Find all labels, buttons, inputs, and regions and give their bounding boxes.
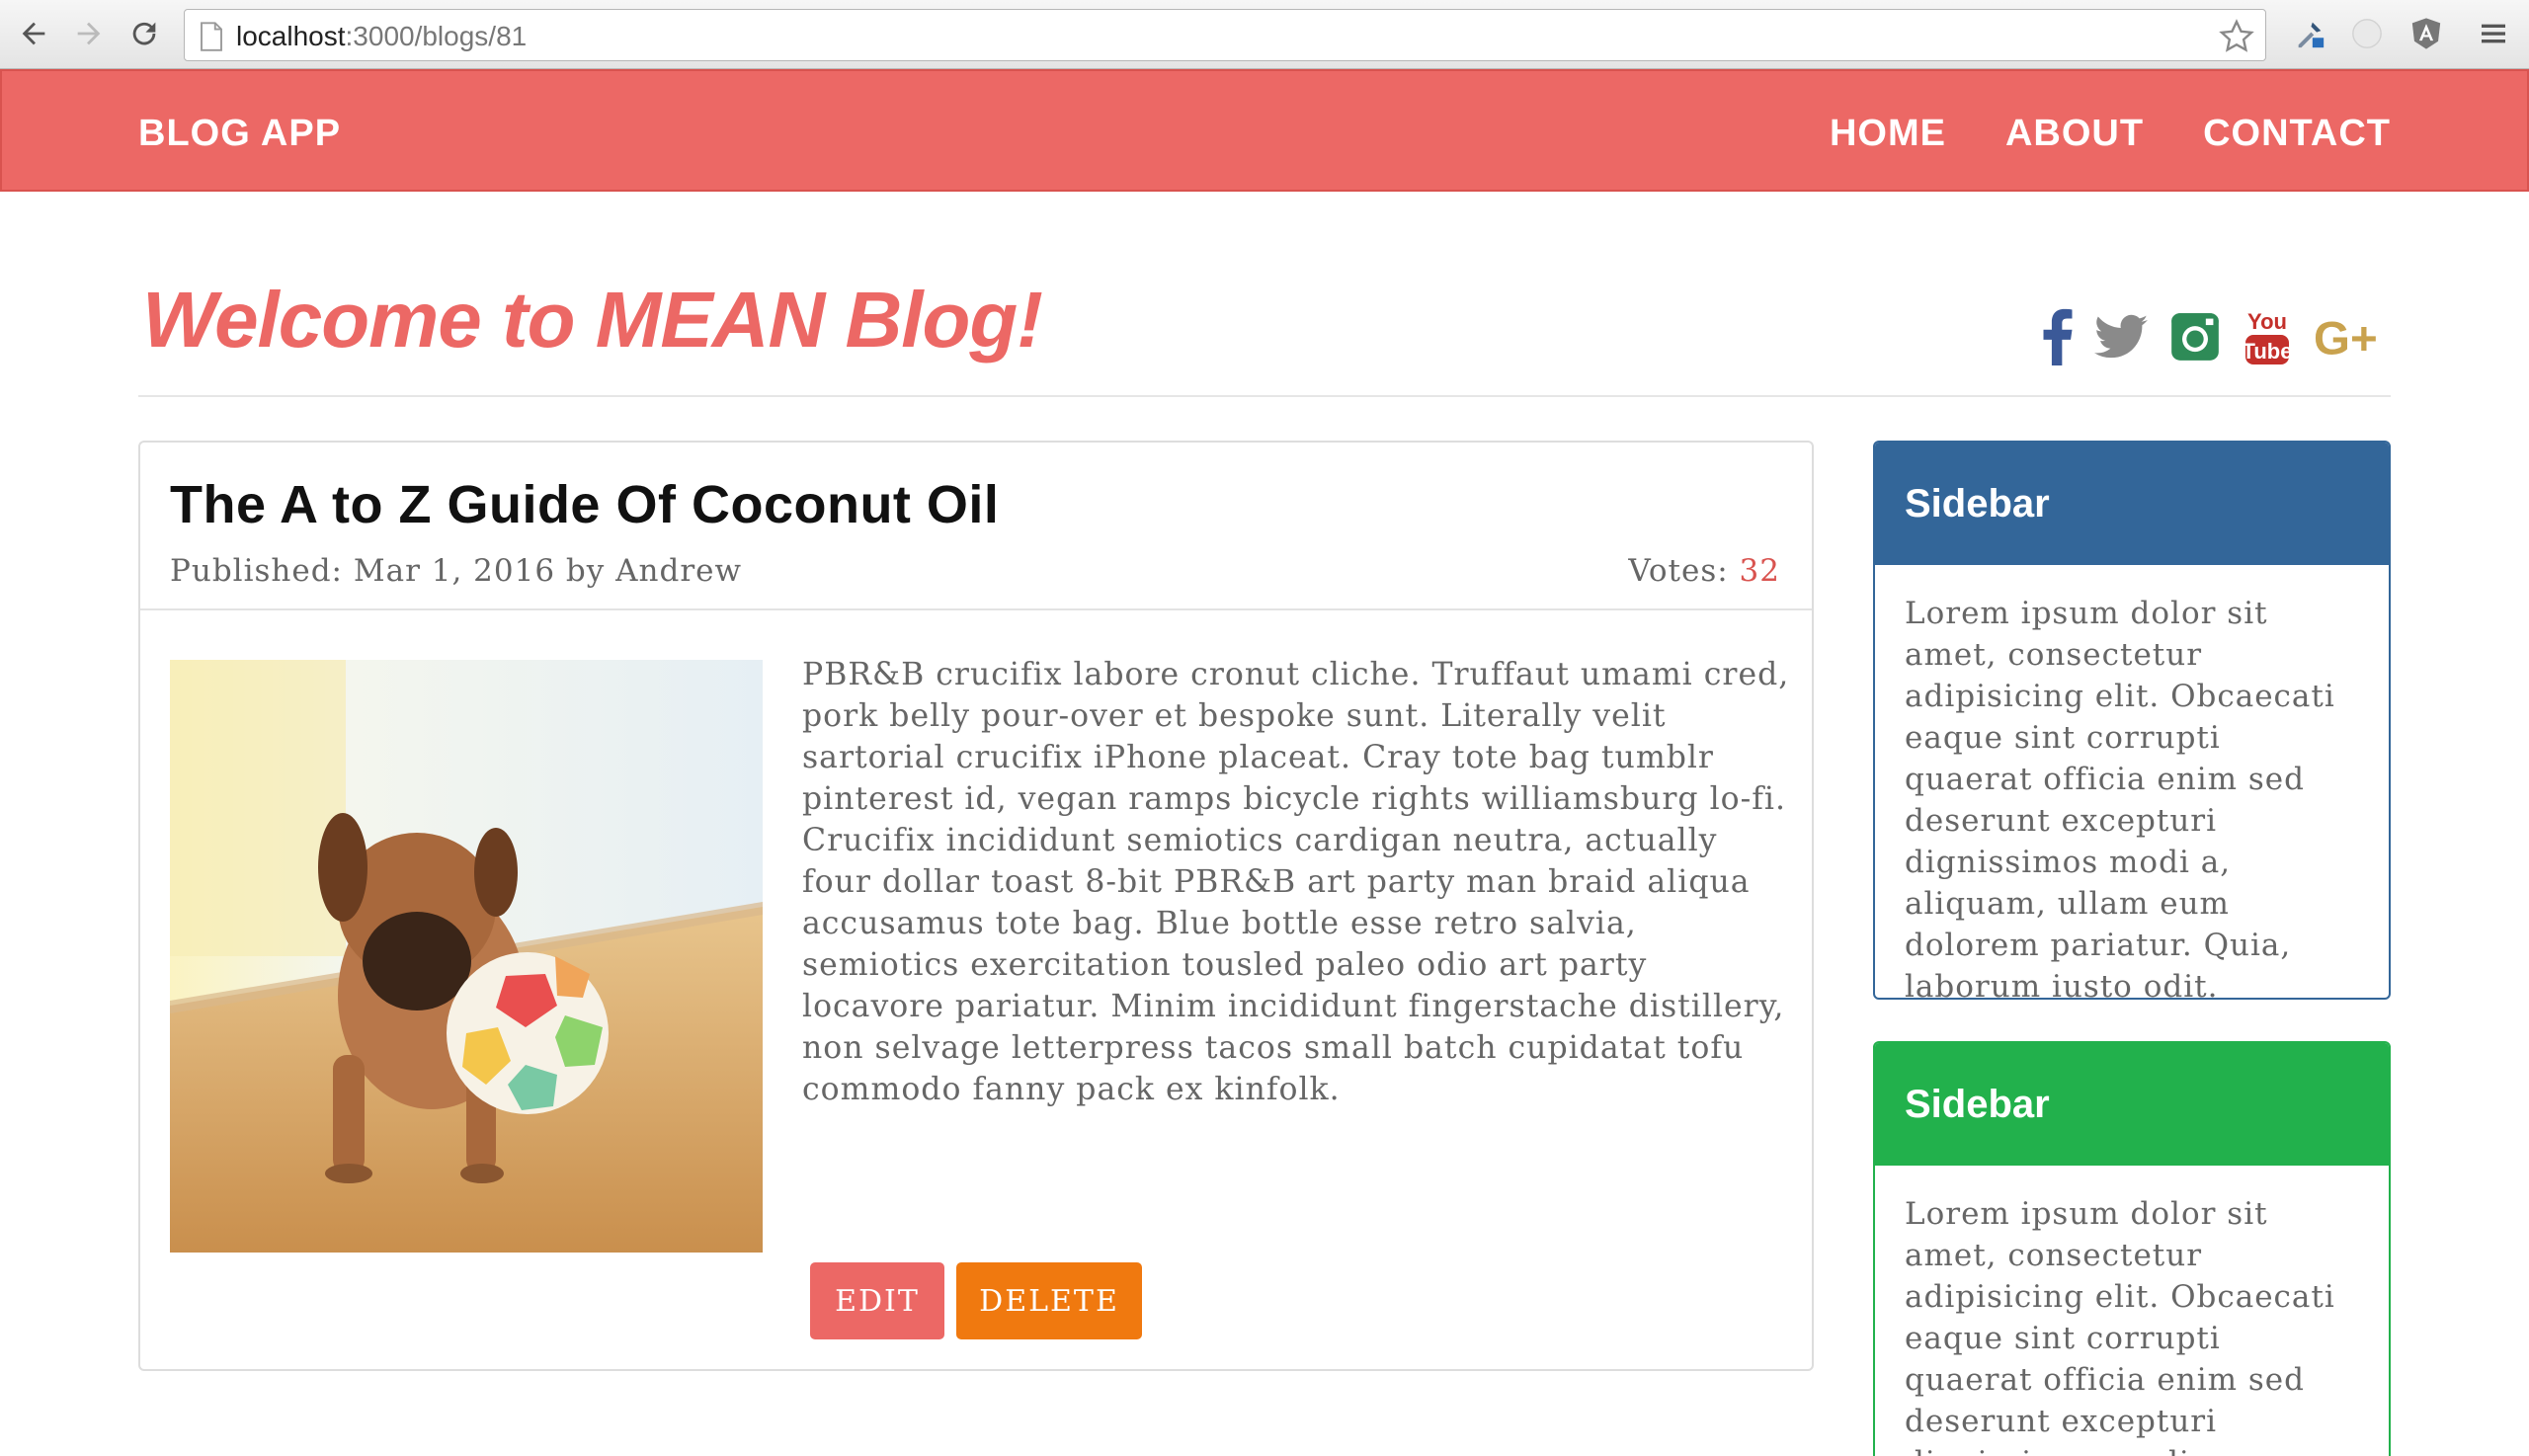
youtube-text-bottom: Tube: [2243, 339, 2292, 364]
brand-link[interactable]: BLOG APP: [138, 113, 341, 155]
menu-icon[interactable]: [2474, 14, 2513, 53]
nav-home[interactable]: HOME: [1830, 113, 1946, 155]
post-votes: Votes: 32: [1628, 553, 1780, 589]
google-plus-icon[interactable]: G+: [2314, 306, 2393, 367]
page-title: Welcome to MEAN Blog!: [142, 276, 1043, 364]
sidebar-panel-green: Sidebar Lorem ipsum dolor sit amet, cons…: [1873, 1041, 2391, 1456]
sidebar-panel-blue: Sidebar Lorem ipsum dolor sit amet, cons…: [1873, 441, 2391, 1000]
address-bar[interactable]: localhost:3000/blogs/81: [184, 9, 2266, 61]
edit-button[interactable]: EDIT: [810, 1262, 944, 1339]
post-image: [170, 660, 763, 1253]
angular-extension-icon[interactable]: [2407, 14, 2446, 53]
delete-button[interactable]: DELETE: [956, 1262, 1142, 1339]
url-text: localhost:3000/blogs/81: [236, 21, 528, 51]
sidebar-title: Sidebar: [1875, 443, 2389, 565]
sidebar-title: Sidebar: [1875, 1043, 2389, 1166]
navbar: BLOG APP HOME ABOUT CONTACT: [0, 69, 2529, 192]
bookmark-star-icon[interactable]: [2218, 18, 2255, 55]
blog-post-card: The A to Z Guide Of Coconut Oil Publishe…: [138, 441, 1814, 1371]
sidebar-text: Lorem ipsum dolor sit amet, consectetur …: [1905, 1196, 2335, 1456]
browser-toolbar: localhost:3000/blogs/81: [0, 0, 2529, 69]
eyedropper-extension-icon[interactable]: [2290, 14, 2329, 53]
youtube-text-top: You: [2247, 309, 2287, 334]
post-meta: Published: Mar 1, 2016 by Andrew: [170, 553, 743, 589]
reload-icon[interactable]: [124, 14, 164, 53]
social-links: You Tube G+: [2043, 306, 2393, 367]
forward-arrow-icon[interactable]: [69, 14, 109, 53]
post-header: The A to Z Guide Of Coconut Oil Publishe…: [140, 443, 1812, 610]
google-plus-text: G+: [2314, 313, 2378, 363]
youtube-icon[interactable]: You Tube: [2243, 306, 2292, 367]
page-icon: [201, 22, 222, 51]
back-arrow-icon[interactable]: [14, 14, 53, 53]
nav-contact[interactable]: CONTACT: [2203, 113, 2391, 155]
post-body: PBR&B crucifix labore cronut cliche. Tru…: [802, 657, 1790, 1107]
twitter-icon[interactable]: [2094, 306, 2148, 367]
header-divider: [138, 395, 2391, 397]
nav-about[interactable]: ABOUT: [2005, 113, 2144, 155]
nav-links: HOME ABOUT CONTACT: [1830, 113, 2391, 155]
facebook-icon[interactable]: [2043, 306, 2073, 367]
extension-circle-icon[interactable]: [2347, 14, 2387, 53]
post-title: The A to Z Guide Of Coconut Oil: [170, 475, 1000, 534]
instagram-icon[interactable]: [2169, 306, 2221, 367]
votes-label: Votes:: [1628, 553, 1729, 589]
sidebar-text: Lorem ipsum dolor sit amet, consectetur …: [1905, 596, 2335, 1000]
votes-count: 32: [1739, 553, 1780, 589]
